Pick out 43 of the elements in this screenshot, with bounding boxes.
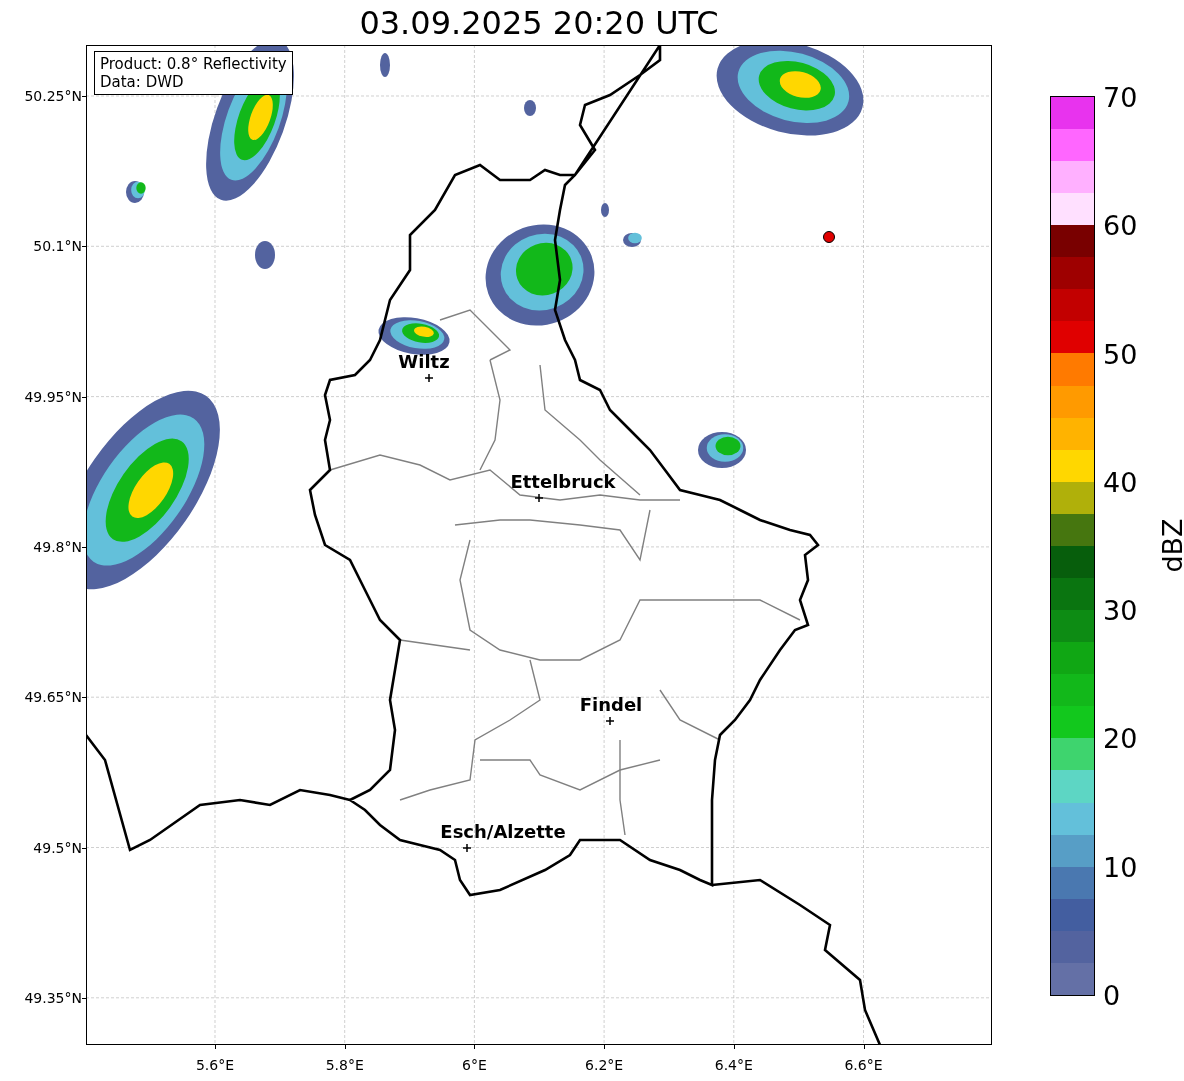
scale-label: 0 — [1103, 979, 1121, 1011]
map-title: 03.09.2025 20:20 UTC — [358, 2, 720, 44]
longitude-label: 6.2°E — [585, 1057, 624, 1073]
city-label: Esch/Alzette — [440, 821, 566, 842]
radar-echo — [524, 100, 536, 116]
radar-echo — [255, 241, 275, 269]
city-label: Wiltz — [398, 351, 450, 372]
scale-label: 60 — [1103, 209, 1138, 241]
longitude-label: 5.8°E — [325, 1057, 364, 1073]
city-marker — [605, 716, 615, 726]
legend-text: Data: DWD — [100, 73, 185, 91]
scale-label: 40 — [1103, 466, 1138, 498]
longitude-label: 6°E — [462, 1057, 487, 1073]
city-label: Ettelbruck — [510, 471, 616, 492]
longitude-label: 6.6°E — [844, 1057, 883, 1073]
radar-echo — [698, 432, 746, 468]
latitude-label: 49.95°N — [24, 388, 82, 405]
longitude-label: 5.6°E — [195, 1057, 235, 1073]
longitude-label: 6.4°E — [714, 1057, 753, 1073]
location-marker — [823, 231, 835, 243]
scale-label: 70 — [1103, 81, 1138, 113]
city-label: Findel — [579, 694, 643, 715]
radar-echo — [601, 203, 609, 217]
latitude-label: 50.1°N — [33, 238, 82, 255]
latitude-label: 49.8°N — [33, 538, 82, 555]
radar-echo — [623, 232, 642, 247]
legend-text: Product: 0.8° Reflectivity — [100, 55, 287, 73]
radar-echo — [380, 53, 390, 77]
radar-echo — [126, 181, 146, 203]
latitude-label: 50.25°N — [24, 88, 82, 104]
radar-echo — [378, 317, 450, 355]
scale-label: 10 — [1103, 851, 1138, 883]
latitude-label: 49.65°N — [24, 689, 82, 706]
scale-label: 50 — [1103, 338, 1138, 370]
scale-label: 30 — [1103, 594, 1138, 626]
latitude-label: 49.35°N — [24, 989, 82, 1006]
city-marker — [462, 843, 472, 853]
canton-border — [659, 689, 721, 741]
city-marker — [534, 493, 544, 503]
city-marker — [424, 373, 434, 383]
scale-label: 20 — [1103, 722, 1138, 754]
latitude-label: 49.5°N — [33, 839, 82, 856]
scale-unit: dBZ — [1156, 517, 1184, 573]
